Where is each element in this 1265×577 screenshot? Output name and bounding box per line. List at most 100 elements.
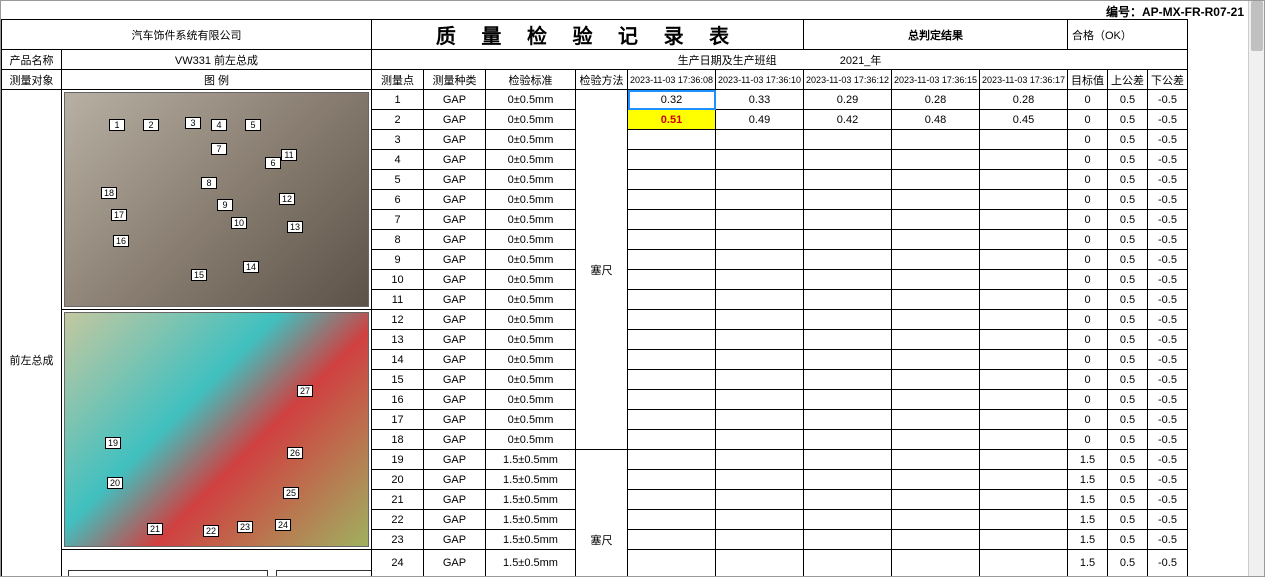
cell-value[interactable] [892, 550, 980, 577]
cell-value[interactable] [716, 490, 804, 510]
cell-value[interactable] [892, 370, 980, 390]
cell-value[interactable] [892, 410, 980, 430]
cell-value[interactable] [804, 530, 892, 550]
cell-value[interactable] [716, 510, 804, 530]
cell-value[interactable] [716, 210, 804, 230]
cell-value[interactable] [804, 550, 892, 577]
cell-value[interactable] [716, 190, 804, 210]
cell-value[interactable] [892, 490, 980, 510]
cell-value[interactable] [804, 290, 892, 310]
cell-value[interactable] [980, 210, 1068, 230]
cell-value[interactable] [804, 450, 892, 470]
cell-value[interactable] [716, 370, 804, 390]
cell-value[interactable] [804, 230, 892, 250]
cell-value[interactable] [628, 350, 716, 370]
cell-value[interactable] [980, 290, 1068, 310]
cell-value[interactable] [804, 490, 892, 510]
cell-value[interactable] [892, 270, 980, 290]
cell-value[interactable] [980, 170, 1068, 190]
cell-value[interactable] [804, 170, 892, 190]
cell-value[interactable]: 0.32 [628, 90, 716, 110]
cell-value[interactable] [628, 210, 716, 230]
cell-value[interactable] [804, 390, 892, 410]
cell-value[interactable] [716, 390, 804, 410]
cell-value[interactable] [628, 290, 716, 310]
cell-value[interactable] [804, 370, 892, 390]
cell-value[interactable] [716, 230, 804, 250]
cell-value[interactable] [892, 210, 980, 230]
cell-value[interactable] [892, 130, 980, 150]
cell-value[interactable] [892, 530, 980, 550]
cell-value[interactable] [980, 150, 1068, 170]
cell-value[interactable] [716, 310, 804, 330]
cell-value[interactable] [628, 390, 716, 410]
cell-value[interactable] [980, 330, 1068, 350]
cell-value[interactable] [892, 450, 980, 470]
cell-value[interactable] [628, 190, 716, 210]
cell-value[interactable] [628, 510, 716, 530]
cell-value[interactable] [892, 290, 980, 310]
cell-value[interactable] [980, 190, 1068, 210]
cell-value[interactable] [980, 250, 1068, 270]
cell-value[interactable] [716, 330, 804, 350]
cell-value[interactable]: 0.45 [980, 110, 1068, 130]
cell-value[interactable] [716, 550, 804, 577]
cell-value[interactable] [804, 310, 892, 330]
cell-value[interactable] [980, 530, 1068, 550]
cell-value[interactable] [716, 150, 804, 170]
cell-value[interactable] [628, 450, 716, 470]
cell-value[interactable]: 0.33 [716, 90, 804, 110]
cell-value[interactable] [628, 250, 716, 270]
cell-value[interactable] [892, 510, 980, 530]
cell-value[interactable] [628, 530, 716, 550]
cell-value[interactable]: 0.51 [628, 110, 716, 130]
cell-value[interactable] [892, 430, 980, 450]
cell-value[interactable] [628, 470, 716, 490]
cell-value[interactable] [804, 510, 892, 530]
cell-value[interactable] [892, 310, 980, 330]
cell-value[interactable]: 0.42 [804, 110, 892, 130]
cell-value[interactable] [980, 410, 1068, 430]
cell-value[interactable] [716, 290, 804, 310]
cell-value[interactable] [980, 430, 1068, 450]
cell-value[interactable] [980, 350, 1068, 370]
vertical-scrollbar[interactable] [1248, 1, 1264, 576]
cell-value[interactable]: 0.49 [716, 110, 804, 130]
cell-value[interactable] [716, 410, 804, 430]
cell-value[interactable] [628, 130, 716, 150]
cell-value[interactable] [628, 150, 716, 170]
cell-value[interactable] [804, 410, 892, 430]
cell-value[interactable] [804, 430, 892, 450]
cell-value[interactable] [804, 250, 892, 270]
cell-value[interactable] [628, 550, 716, 577]
cell-value[interactable] [804, 470, 892, 490]
cell-value[interactable] [980, 310, 1068, 330]
cell-value[interactable] [980, 490, 1068, 510]
cell-value[interactable] [716, 250, 804, 270]
cell-value[interactable] [716, 450, 804, 470]
cell-value[interactable] [892, 230, 980, 250]
cell-value[interactable] [628, 490, 716, 510]
cell-value[interactable] [716, 270, 804, 290]
cell-value[interactable] [980, 230, 1068, 250]
cell-value[interactable] [716, 430, 804, 450]
cell-value[interactable] [628, 230, 716, 250]
cell-value[interactable]: 0.28 [892, 90, 980, 110]
cell-value[interactable] [804, 350, 892, 370]
cell-value[interactable] [980, 130, 1068, 150]
cell-value[interactable] [892, 470, 980, 490]
cell-value[interactable] [804, 130, 892, 150]
cell-value[interactable] [892, 150, 980, 170]
cell-value[interactable] [804, 150, 892, 170]
cell-value[interactable] [716, 470, 804, 490]
cell-value[interactable] [716, 130, 804, 150]
cell-value[interactable] [628, 270, 716, 290]
cell-value[interactable] [628, 330, 716, 350]
cell-value[interactable] [980, 510, 1068, 530]
cell-value[interactable] [804, 210, 892, 230]
cell-value[interactable] [628, 430, 716, 450]
cell-value[interactable] [892, 250, 980, 270]
cell-value[interactable] [980, 550, 1068, 577]
cell-value[interactable] [980, 390, 1068, 410]
cell-value[interactable] [892, 330, 980, 350]
